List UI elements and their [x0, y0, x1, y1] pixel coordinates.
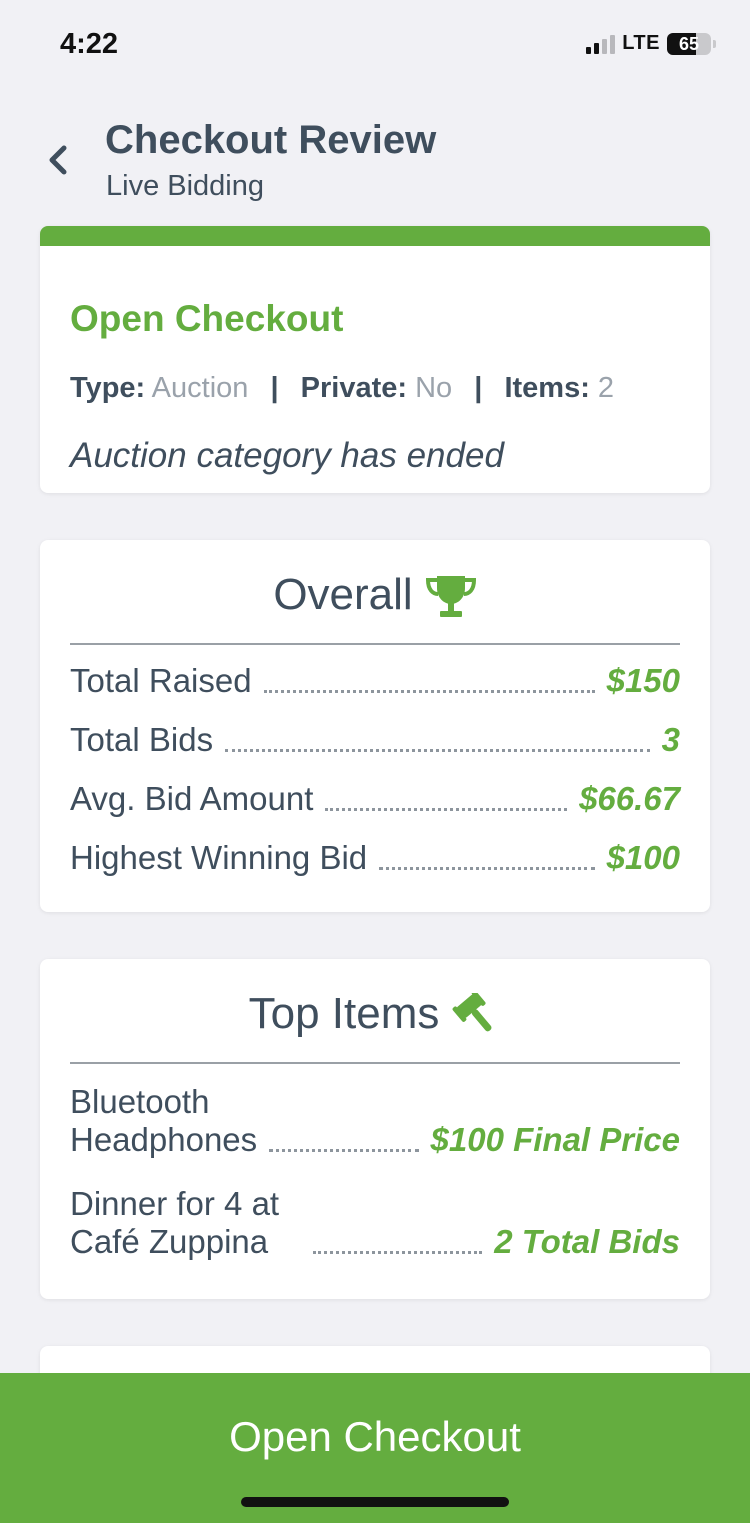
- top-items-heading-text: Top Items: [248, 989, 440, 1038]
- page-title: Checkout Review: [105, 118, 437, 162]
- stat-value: $66.67: [579, 780, 680, 817]
- network-label: LTE: [622, 32, 660, 54]
- stat-label: Avg. Bid Amount: [70, 780, 314, 817]
- private-label: Private:: [300, 372, 408, 404]
- battery-icon: 65: [667, 32, 711, 55]
- top-item-row: Dinner for 4 at Café Zuppina 2 Total Bid…: [70, 1185, 680, 1261]
- stat-label: Total Raised: [70, 662, 252, 699]
- home-indicator: [241, 1497, 509, 1507]
- page-header: Checkout Review Live Bidding: [0, 110, 750, 220]
- stat-row: Highest Winning Bid $100: [70, 839, 680, 877]
- items-label: Items:: [504, 372, 590, 404]
- stat-value: 3: [661, 721, 680, 758]
- overall-heading: Overall: [70, 570, 680, 645]
- signal-icon: [586, 34, 616, 54]
- battery-level: 65: [678, 33, 700, 54]
- type-value: Auction: [151, 372, 249, 404]
- top-item-row: Bluetooth Headphones $100 Final Price: [70, 1083, 680, 1159]
- type-label: Type:: [70, 372, 146, 404]
- stat-row: Avg. Bid Amount $66.67: [70, 780, 680, 818]
- top-item-label-line1: Bluetooth: [70, 1083, 210, 1120]
- overall-heading-text: Overall: [273, 570, 413, 619]
- overall-card: Overall Total Raised $150 Total Bids 3 A…: [40, 540, 710, 912]
- status-indicators: LTE 65: [586, 32, 716, 55]
- stat-value: $150: [606, 662, 680, 699]
- stat-row: Total Bids 3: [70, 721, 680, 759]
- stat-label: Total Bids: [70, 721, 214, 758]
- top-item-label-line2: Café Zuppina: [70, 1222, 269, 1260]
- top-item-label: Bluetooth Headphones: [70, 1083, 257, 1159]
- open-checkout-button[interactable]: Open Checkout: [0, 1373, 750, 1523]
- checkout-status-card: Open Checkout Type: Auction | Private: N…: [40, 226, 710, 493]
- top-item-value: $100 Final Price: [430, 1120, 680, 1158]
- top-item-label-line2: Headphones: [70, 1120, 258, 1158]
- back-chevron-icon[interactable]: [44, 140, 74, 180]
- meta-separator: |: [270, 372, 279, 404]
- stat-label: Highest Winning Bid: [70, 839, 368, 876]
- top-item-label-line1: Dinner for 4 at: [70, 1185, 280, 1222]
- status-time: 4:22: [60, 28, 119, 60]
- private-value: No: [415, 372, 453, 404]
- status-note: Auction category has ended: [70, 436, 504, 475]
- top-items-heading: Top Items: [70, 989, 680, 1064]
- stat-row: Total Raised $150: [70, 662, 680, 700]
- checkout-status-title: Open Checkout: [70, 298, 344, 339]
- page-subtitle: Live Bidding: [106, 170, 264, 202]
- stat-value: $100: [606, 839, 680, 876]
- meta-separator: |: [474, 372, 483, 404]
- items-value: 2: [597, 372, 615, 404]
- top-item-value: 2 Total Bids: [494, 1222, 680, 1260]
- top-item-label: Dinner for 4 at Café Zuppina: [70, 1185, 279, 1261]
- checkout-meta: Type: Auction | Private: No | Items: 2: [70, 372, 614, 405]
- gavel-icon: [452, 993, 492, 1032]
- status-bar: 4:22 LTE 65: [0, 0, 750, 90]
- trophy-icon: [425, 576, 476, 617]
- open-checkout-label: Open Checkout: [229, 1413, 521, 1460]
- top-items-card: Top Items Bluetooth Headphones $100 Fina…: [40, 959, 710, 1299]
